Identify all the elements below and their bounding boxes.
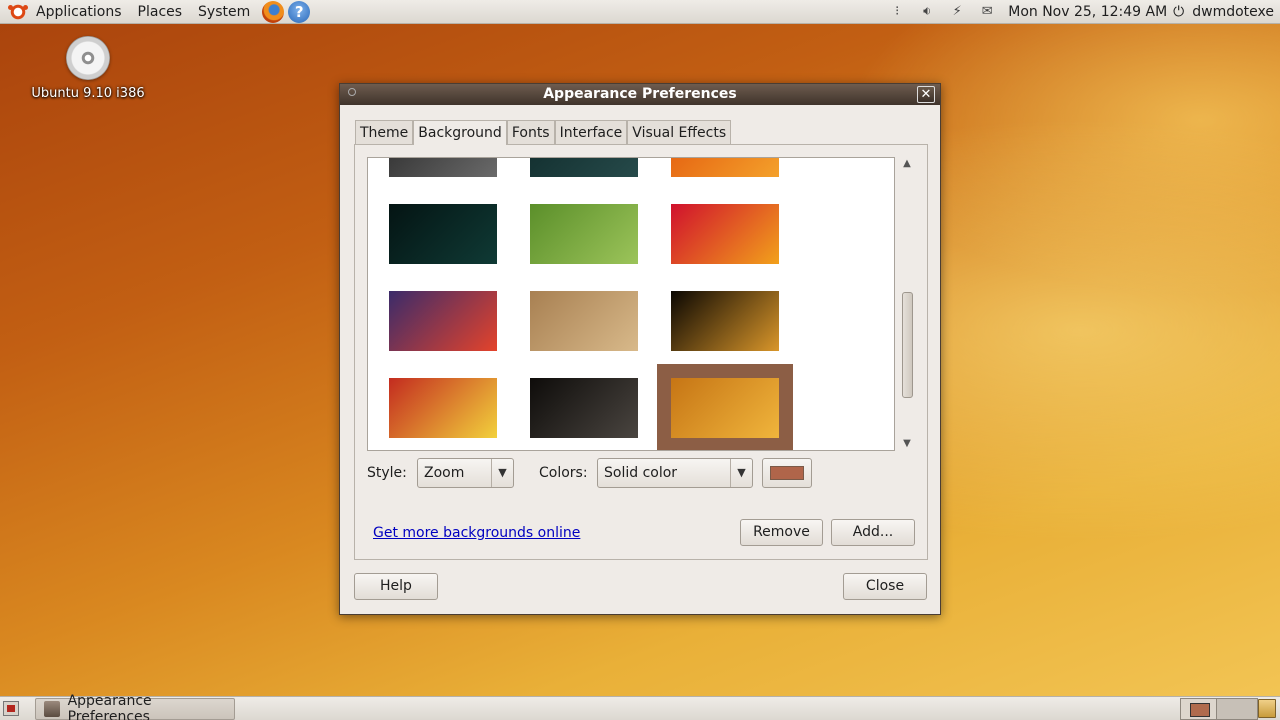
volume-icon[interactable]: 🔉︎ xyxy=(917,0,937,24)
firefox-icon[interactable] xyxy=(262,0,285,23)
colors-combo[interactable]: Solid color ▼ xyxy=(597,458,753,488)
scroll-down-arrow-icon[interactable]: ▼ xyxy=(899,437,915,451)
system-tray: ⁝ 🔉︎ ⚡︎ ✉︎ Mon Nov 25, 12:49 AM ⏻ dwmdot… xyxy=(882,0,1280,24)
ubuntu-logo-icon[interactable] xyxy=(8,1,28,22)
clock[interactable]: Mon Nov 25, 12:49 AM xyxy=(1008,4,1167,20)
wallpaper-thumb-sand-dunes[interactable] xyxy=(530,291,638,351)
scroll-up-arrow-icon[interactable]: ▲ xyxy=(899,157,915,171)
wallpaper-thumb-orange-flower-top[interactable] xyxy=(671,158,779,177)
menu-system[interactable]: System xyxy=(190,0,258,24)
menu-places[interactable]: Places xyxy=(130,0,191,24)
help-button[interactable]: Help xyxy=(354,573,438,600)
appearance-preferences-window: Appearance Preferences ✕ Theme Backgroun… xyxy=(339,83,941,615)
appearance-app-icon xyxy=(44,701,60,717)
top-panel: Applications Places System ? ⁝ 🔉︎ ⚡︎ ✉︎ … xyxy=(0,0,1280,24)
tab-fonts[interactable]: Fonts xyxy=(506,120,555,144)
add-button[interactable]: Add... xyxy=(831,519,915,546)
wallpaper-thumb-green-leaf[interactable] xyxy=(530,204,638,264)
wallpaper-thumb-ubuntu-orange[interactable] xyxy=(657,364,793,450)
taskbar-window-button[interactable]: Appearance Preferences xyxy=(35,693,235,720)
power-icon[interactable]: ⏻ xyxy=(1173,4,1184,20)
user-name[interactable]: dwmdotexe xyxy=(1192,4,1274,20)
scroll-thumb[interactable] xyxy=(902,292,913,398)
color-swatch xyxy=(770,466,804,480)
chevron-down-icon: ▼ xyxy=(730,459,752,487)
show-desktop-icon[interactable] xyxy=(3,701,19,716)
colors-combo-value: Solid color xyxy=(604,465,678,481)
window-close-button[interactable]: ✕ xyxy=(917,86,935,103)
mail-icon[interactable]: ✉︎ xyxy=(977,0,997,24)
workspace-2[interactable] xyxy=(1216,698,1258,720)
chevron-down-icon: ▼ xyxy=(491,459,513,487)
wallpaper-thumb-paint-brushes[interactable] xyxy=(389,378,497,438)
gallery-scrollbar[interactable]: ▲ ▼ xyxy=(899,157,915,451)
wallpaper-thumb-sparkles-dark[interactable] xyxy=(530,378,638,438)
style-label: Style: xyxy=(367,465,407,481)
network-icon[interactable]: ⁝ xyxy=(887,0,907,24)
background-tab-panel: ▲ ▼ Style: Zoom ▼ Colors: Solid color ▼ … xyxy=(354,144,928,560)
close-button[interactable]: Close xyxy=(843,573,927,600)
tab-visual-effects[interactable]: Visual Effects xyxy=(627,120,732,144)
tab-theme[interactable]: Theme xyxy=(355,120,414,144)
remove-button[interactable]: Remove xyxy=(740,519,823,546)
bottom-panel: Appearance Preferences xyxy=(0,693,1280,720)
tab-background[interactable]: Background xyxy=(413,120,507,145)
wallpaper-thumb-water-sparkle[interactable] xyxy=(389,204,497,264)
tab-interface[interactable]: Interface xyxy=(554,120,628,144)
taskbar-window-label: Appearance Preferences xyxy=(67,693,152,720)
tab-bar: Theme Background Fonts Interface Visual … xyxy=(355,120,732,145)
window-titlebar[interactable]: Appearance Preferences ✕ xyxy=(340,84,940,105)
desktop-icon-label: Ubuntu 9.10 i386 xyxy=(31,86,145,101)
desktop-icon-ubuntu-disc[interactable]: Ubuntu 9.10 i386 xyxy=(20,36,156,101)
wallpaper-thumb-red-flowers[interactable] xyxy=(671,204,779,264)
window-title: Appearance Preferences xyxy=(543,86,737,102)
wallpaper-thumb-teal-dark[interactable] xyxy=(530,158,638,177)
style-combo-value: Zoom xyxy=(424,465,465,481)
colors-label: Colors: xyxy=(539,465,588,481)
trash-icon[interactable] xyxy=(1258,699,1276,718)
color-picker-button[interactable] xyxy=(762,458,812,488)
wallpaper-thumb-dark-texture[interactable] xyxy=(389,158,497,177)
wallpaper-gallery[interactable] xyxy=(367,157,895,451)
cd-disc-icon xyxy=(66,36,110,80)
menu-applications[interactable]: Applications xyxy=(28,0,130,24)
wallpaper-thumb-dark-sunset[interactable] xyxy=(671,291,779,351)
network-disconnected-icon[interactable]: ⚡︎ xyxy=(947,0,967,24)
style-combo[interactable]: Zoom ▼ xyxy=(417,458,514,488)
wallpaper-thumb-sunset-sea[interactable] xyxy=(389,291,497,351)
window-menu-icon[interactable] xyxy=(348,88,356,96)
help-icon[interactable]: ? xyxy=(288,0,311,23)
get-more-backgrounds-link[interactable]: Get more backgrounds online xyxy=(373,525,580,541)
